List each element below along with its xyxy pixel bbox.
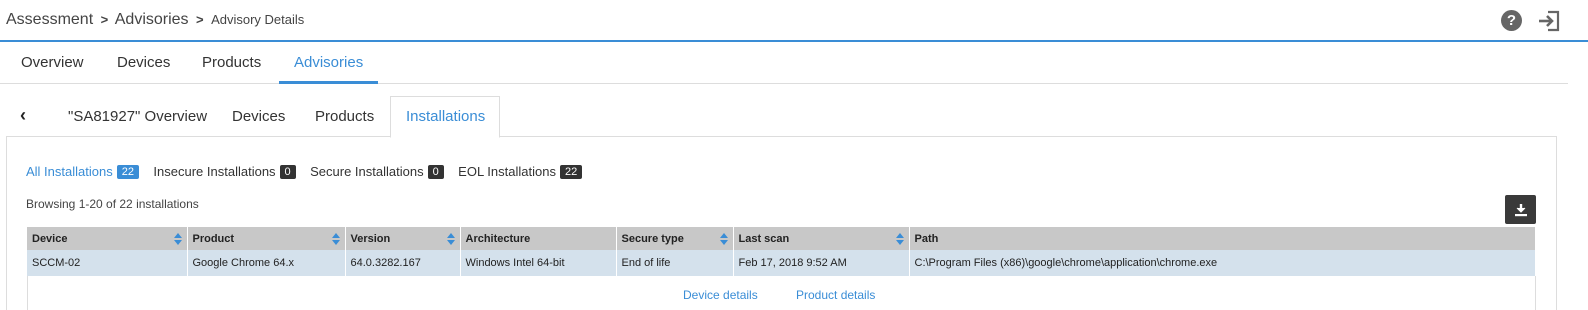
cell-last-scan: Feb 17, 2018 9:52 AM (733, 250, 910, 276)
column-header-architecture: Architecture (460, 227, 617, 250)
sub-tabs: ‹ "SA81927" Overview Devices Products In… (6, 96, 1557, 138)
breadcrumb-advisory-details: Advisory Details (211, 12, 305, 27)
tab-devices[interactable]: Devices (117, 54, 170, 71)
active-tab-indicator (279, 81, 378, 84)
count-badge: 22 (559, 165, 583, 180)
column-header-device[interactable]: Device (27, 227, 188, 250)
count-badge: 0 (279, 165, 296, 180)
row-detail-panel: Device details Product details (27, 276, 1536, 310)
filter-all-installations[interactable]: All Installations 22 (26, 164, 139, 180)
tab-advisories[interactable]: Advisories (294, 54, 363, 71)
download-icon (1514, 203, 1527, 216)
cell-architecture: Windows Intel 64-bit (460, 250, 617, 276)
help-icon[interactable]: ? (1501, 10, 1522, 31)
cell-device: SCCM-02 (27, 250, 188, 276)
column-label: Product (192, 232, 235, 245)
column-header-version[interactable]: Version (345, 227, 461, 250)
filter-label: EOL Installations (458, 164, 556, 180)
column-header-last-scan[interactable]: Last scan (733, 227, 910, 250)
tab-products[interactable]: Products (202, 54, 261, 71)
column-label: Device (32, 232, 68, 245)
column-label: Path (914, 232, 939, 245)
filter-eol-installations[interactable]: EOL Installations 22 (458, 164, 583, 180)
column-label: Architecture (465, 232, 531, 245)
breadcrumb-advisories[interactable]: Advisories (115, 11, 189, 28)
sort-icon[interactable] (719, 233, 728, 245)
sort-icon[interactable] (446, 233, 455, 245)
count-badge: 0 (427, 165, 444, 180)
main-tabs: Overview Devices Products Advisories (0, 42, 1568, 84)
column-label: Last scan (738, 232, 790, 245)
installation-filters: All Installations 22 Insecure Installatio… (26, 163, 592, 181)
filter-insecure-installations[interactable]: Insecure Installations 0 (153, 164, 296, 180)
column-header-secure-type[interactable]: Secure type (616, 227, 734, 250)
column-header-path: Path (909, 227, 1536, 250)
tab-overview[interactable]: Overview (21, 54, 84, 71)
cell-path: C:\Program Files (x86)\google\chrome\app… (909, 250, 1536, 276)
breadcrumb-separator: > (196, 12, 204, 27)
browsing-status: Browsing 1-20 of 22 installations (26, 197, 199, 211)
subtab-advisory-overview[interactable]: "SA81927" Overview (68, 108, 207, 125)
subtab-devices[interactable]: Devices (232, 108, 285, 125)
column-header-product[interactable]: Product (187, 227, 346, 250)
cell-product: Google Chrome 64.x (187, 250, 346, 276)
subtab-installations[interactable]: Installations (406, 108, 485, 125)
installations-table: Device Product Version Architecture Secu… (27, 227, 1536, 276)
product-details-link[interactable]: Product details (796, 288, 875, 302)
cell-secure-type: End of life (616, 250, 734, 276)
sort-icon[interactable] (331, 233, 340, 245)
subtab-products[interactable]: Products (315, 108, 374, 125)
filter-secure-installations[interactable]: Secure Installations 0 (310, 164, 444, 180)
column-label: Secure type (621, 232, 684, 245)
sort-icon[interactable] (173, 233, 182, 245)
sort-icon[interactable] (895, 233, 904, 245)
breadcrumb-separator: > (100, 12, 109, 27)
download-button[interactable] (1505, 195, 1536, 224)
table-header-row: Device Product Version Architecture Secu… (27, 227, 1536, 250)
exit-icon[interactable] (1536, 8, 1562, 34)
top-bar: Assessment > Advisories > Advisory Detai… (0, 0, 1588, 42)
filter-label: Secure Installations (310, 164, 424, 180)
device-details-link[interactable]: Device details (683, 288, 758, 302)
chevron-left-icon[interactable]: ‹ (20, 105, 26, 126)
breadcrumb: Assessment > Advisories > Advisory Detai… (6, 11, 304, 29)
cell-version: 64.0.3282.167 (345, 250, 461, 276)
column-label: Version (350, 232, 391, 245)
table-row[interactable]: SCCM-02 Google Chrome 64.x 64.0.3282.167… (27, 250, 1536, 276)
count-badge: 22 (116, 165, 139, 180)
filter-label: Insecure Installations (153, 164, 276, 180)
filter-label: All Installations (26, 164, 113, 180)
breadcrumb-assessment[interactable]: Assessment (6, 11, 93, 28)
